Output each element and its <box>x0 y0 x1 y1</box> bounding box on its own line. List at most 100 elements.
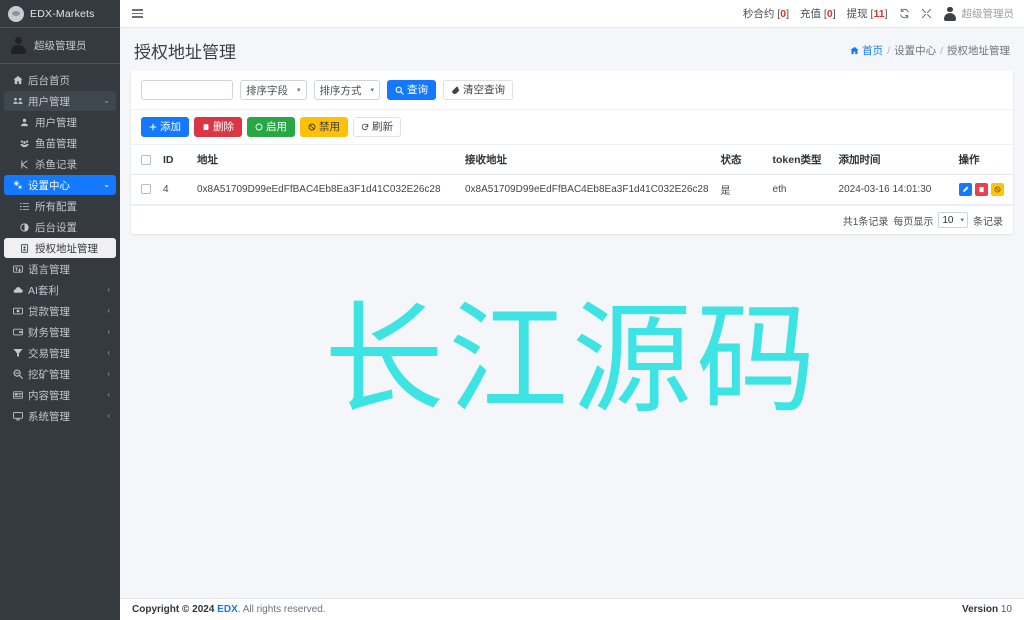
app-root: EDX-Markets 超级管理员 后台首页 用户管理 ⌄ 用户管理 鱼苗管理 杀鱼记录设… <box>0 0 1024 620</box>
column-header-address[interactable]: 地址 <box>191 144 459 175</box>
home-icon <box>850 46 859 55</box>
breadcrumb: 首页 / 设置中心 / 授权地址管理 <box>850 43 1010 58</box>
sidebar-item-label: 鱼苗管理 <box>35 137 77 150</box>
per-page-label: 每页显示 <box>893 216 934 228</box>
cloud-icon <box>10 285 25 295</box>
copyright-prefix: Copyright © 2024 <box>132 604 215 615</box>
column-header-receive-address[interactable]: 接收地址 <box>459 144 715 175</box>
breadcrumb-item-home[interactable]: 首页 <box>850 43 883 58</box>
column-header-id[interactable]: ID <box>157 144 191 175</box>
topbar: 秒合约 [0] 充值 [0] 提现 [11] 超级管理员 <box>120 0 1024 28</box>
sidebar-item-1[interactable]: 用户管理 ⌄ <box>4 91 116 111</box>
sidebar-item-16[interactable]: 系统管理 ‹ <box>4 406 116 426</box>
sidebar-item-8[interactable]: 授权地址管理 <box>4 238 116 258</box>
chevron-left-icon: ‹ <box>107 348 110 357</box>
per-page-select[interactable]: 10 ▾ <box>938 212 968 228</box>
sidebar-item-3[interactable]: 鱼苗管理 <box>4 133 116 153</box>
sort-order-select[interactable]: 排序方式 ▾ <box>313 80 381 100</box>
sidebar-item-7[interactable]: 后台设置 <box>4 217 116 237</box>
refresh-icon <box>361 123 369 131</box>
sidebar-item-12[interactable]: 财务管理 ‹ <box>4 322 116 342</box>
table-row[interactable]: 4 0x8A51709D99eEdFfBAC4Eb8Ea3F1d41C032E26… <box>131 174 1013 205</box>
chevron-left-icon: ‹ <box>107 390 110 399</box>
breadcrumb-label-0: 首页 <box>862 45 884 57</box>
footer-brand-link[interactable]: EDX <box>217 604 238 615</box>
toolbar-button-0[interactable]: 添加 <box>141 117 189 137</box>
sidebar-item-label: 杀鱼记录 <box>35 158 77 171</box>
cell-id: 4 <box>157 174 191 205</box>
query-button[interactable]: 查询 <box>387 80 437 100</box>
sidebar-item-label: 用户管理 <box>35 116 77 129</box>
chevron-left-icon: ‹ <box>107 327 110 336</box>
query-button-label: 查询 <box>407 83 429 96</box>
chevron-down-icon: ⌄ <box>103 180 110 189</box>
users-group-icon <box>17 139 32 148</box>
toolbar-button-3[interactable]: 禁用 <box>300 117 348 137</box>
sidebar-item-6[interactable]: 所有配置 <box>4 196 116 216</box>
search-bar: 排序字段 ▾ 排序方式 ▾ 查询 清空查询 <box>131 71 1013 109</box>
breadcrumb-item-settings[interactable]: 设置中心 <box>894 43 936 58</box>
newspaper-icon <box>10 390 25 400</box>
brand[interactable]: EDX-Markets <box>0 0 120 28</box>
sidebar-item-14[interactable]: 挖矿管理 ‹ <box>4 364 116 384</box>
stat-seconds-contract[interactable]: 秒合约 [0] <box>743 6 789 21</box>
sidebar-item-13[interactable]: 交易管理 ‹ <box>4 343 116 363</box>
stat-recharge[interactable]: 充值 [0] <box>800 6 836 21</box>
sidebar-item-5[interactable]: 设置中心 ⌄ <box>4 175 116 195</box>
sidebar-item-11[interactable]: 贷款管理 ‹ <box>4 301 116 321</box>
toolbar-button-1[interactable]: 删除 <box>194 117 242 137</box>
contrast-icon <box>17 222 32 232</box>
action-toolbar: 添加 删除 启用 禁用 刷新 <box>131 109 1013 144</box>
column-header-created-at[interactable]: 添加时间 <box>832 144 953 175</box>
plus-icon <box>149 123 157 131</box>
toolbar-button-2[interactable]: 启用 <box>247 117 295 137</box>
toolbar-button-4[interactable]: 刷新 <box>353 117 401 137</box>
content-area: 长江源码 排序字段 ▾ 排序方式 ▾ 查询 清空查询 添加 删除 启用 禁用 刷… <box>120 71 1024 598</box>
user-avatar-icon <box>943 6 957 21</box>
chevron-down-icon: ▾ <box>297 87 301 94</box>
search-minus-icon <box>10 369 25 379</box>
copyright-suffix: . All rights reserved. <box>237 604 326 615</box>
trash-icon <box>202 123 210 131</box>
topbar-user[interactable]: 超级管理员 <box>943 6 1014 21</box>
authorized-address-card: 排序字段 ▾ 排序方式 ▾ 查询 清空查询 添加 删除 启用 禁用 刷新 ID … <box>131 71 1013 234</box>
user-avatar-icon <box>10 37 27 54</box>
hamburger-icon[interactable] <box>130 7 145 20</box>
column-header-status[interactable]: 状态 <box>714 144 767 175</box>
ban-icon <box>308 123 316 131</box>
sidebar-item-label: 交易管理 <box>28 347 70 360</box>
breadcrumb-separator: / <box>940 44 943 57</box>
brand-title: EDX-Markets <box>30 7 95 20</box>
sidebar-item-15[interactable]: 内容管理 ‹ <box>4 385 116 405</box>
expand-icon[interactable] <box>921 8 932 19</box>
breadcrumb-item-current: 授权地址管理 <box>947 45 1010 57</box>
ban-action[interactable] <box>990 183 1004 196</box>
chevron-left-icon: ‹ <box>107 411 110 420</box>
sidebar-item-9[interactable]: 语言管理 <box>4 259 116 279</box>
copyright-text: Copyright © 2024 EDX. All rights reserve… <box>132 604 326 615</box>
breadcrumb-separator: / <box>887 44 891 57</box>
sidebar-item-4[interactable]: 杀鱼记录 <box>4 154 116 174</box>
search-input[interactable] <box>141 80 233 100</box>
sidebar-item-2[interactable]: 用户管理 <box>4 112 116 132</box>
row-checkbox[interactable] <box>141 184 151 195</box>
watermark: 长江源码 <box>324 291 820 430</box>
chevron-down-icon: ▾ <box>960 217 964 224</box>
sidebar-user-panel[interactable]: 超级管理员 <box>0 28 120 64</box>
sidebar-item-10[interactable]: AI套利 ‹ <box>4 280 116 300</box>
column-header-token-type[interactable]: token类型 <box>766 144 833 175</box>
reset-query-button[interactable]: 清空查询 <box>443 80 514 100</box>
select-all-checkbox[interactable] <box>141 154 151 165</box>
version-info: Version 10 <box>962 604 1012 615</box>
sidebar-item-0[interactable]: 后台首页 <box>4 70 116 90</box>
sort-field-select[interactable]: 排序字段 ▾ <box>240 80 307 100</box>
toolbar-button-label: 刷新 <box>372 120 393 133</box>
refresh-icon[interactable] <box>899 8 910 19</box>
stat-withdraw[interactable]: 提现 [11] <box>847 6 888 21</box>
table-footer: 共1条记录 每页显示 10 ▾ 条记录 <box>131 205 1013 234</box>
delete-action[interactable] <box>974 183 988 196</box>
main-area: 秒合约 [0] 充值 [0] 提现 [11] 超级管理员 授权地址管理 首页 /… <box>120 0 1024 620</box>
cell-address: 0x8A51709D99eEdFfBAC4Eb8Ea3F1d41C032E26c… <box>191 174 459 205</box>
chevron-left-icon: ‹ <box>107 369 110 378</box>
edit-action[interactable] <box>958 183 972 196</box>
